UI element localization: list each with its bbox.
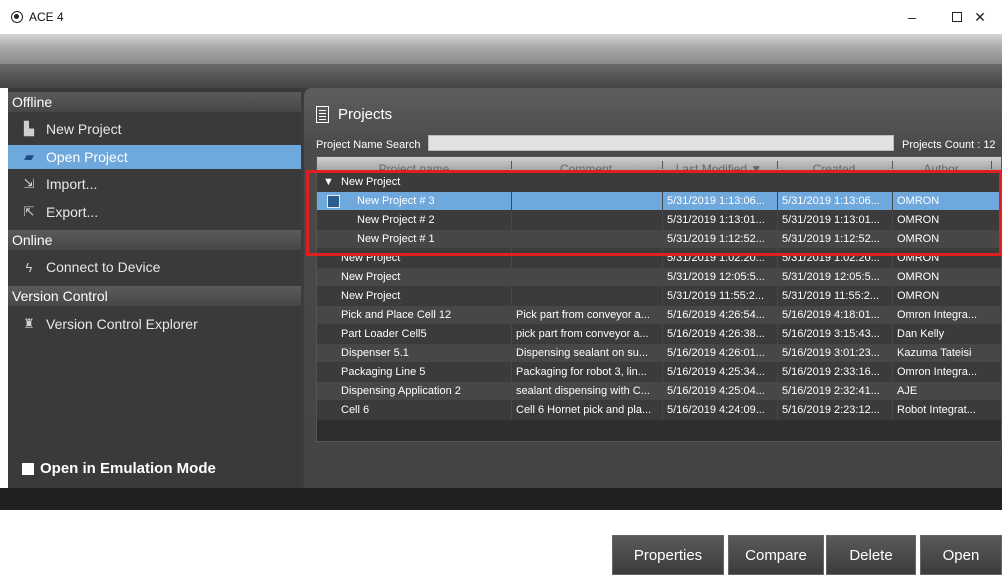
sidebar-item-new-project[interactable]: ▙ New Project — [8, 117, 301, 141]
new-project-icon: ▙ — [24, 121, 34, 136]
sidebar-item-open-project[interactable]: ▰ Open Project — [8, 145, 301, 169]
properties-button[interactable]: Properties — [612, 535, 724, 575]
cell-author: Robot Integrat... — [892, 401, 991, 420]
cell-author: Omron Integra... — [892, 306, 991, 325]
emulation-mode-checkbox[interactable]: Open in Emulation Mode — [22, 460, 216, 477]
highlight-box — [306, 170, 1002, 256]
cell-author: Kazuma Tateisi — [892, 344, 991, 363]
projects-count: Projects Count : 12 — [902, 139, 996, 151]
projects-title: Projects — [338, 106, 393, 123]
cell-created: 5/16/2019 2:23:12... — [777, 401, 892, 420]
cell-modified: 5/31/2019 11:55:2... — [662, 287, 777, 306]
folder-open-icon: ▰ — [24, 149, 34, 164]
sidebar-item-connect-to-device[interactable]: ϟ Connect to Device — [8, 255, 301, 279]
cell-author: Omron Integra... — [892, 363, 991, 382]
sidebar-item-label: Export... — [46, 204, 99, 220]
column-separator — [991, 161, 992, 169]
section-header-version-control: Version Control — [8, 286, 301, 306]
cell-modified: 5/16/2019 4:26:38... — [662, 325, 777, 344]
minimize-button[interactable]: – — [890, 0, 934, 34]
column-separator — [662, 161, 663, 169]
cell-modified: 5/16/2019 4:25:04... — [662, 382, 777, 401]
cell-created: 5/16/2019 2:32:41... — [777, 382, 892, 401]
cell-author: OMRON — [892, 287, 991, 306]
projects-header: Projects — [316, 106, 392, 123]
cell-comment: Dispensing sealant on su... — [511, 344, 662, 363]
cell-modified: 5/16/2019 4:26:54... — [662, 306, 777, 325]
projects-panel: Projects Project Name Search Projects Co… — [304, 88, 1002, 575]
sidebar-item-label: Import... — [46, 176, 98, 192]
checkbox-icon — [22, 462, 34, 475]
table-row[interactable]: New Project 5/31/2019 12:05:5... 5/31/2019… — [317, 268, 1001, 287]
cell-comment: Cell 6 Hornet pick and pla... — [511, 401, 662, 420]
table-row[interactable]: Part Loader Cell5 pick part from conveyor… — [317, 325, 1001, 344]
table-row[interactable]: Dispenser 5.1 Dispensing sealant on su...… — [317, 344, 1001, 363]
table-row[interactable]: New Project 5/31/2019 11:55:2... 5/31/2019… — [317, 287, 1001, 306]
cell-comment: Pick part from conveyor a... — [511, 306, 662, 325]
table-row[interactable]: Dispensing Application 2 sealant dispensi… — [317, 382, 1001, 401]
cell-modified: 5/16/2019 4:25:34... — [662, 363, 777, 382]
column-separator — [511, 161, 512, 169]
bottom-bar — [0, 488, 1002, 510]
lightning-icon: ϟ — [25, 259, 33, 275]
import-icon: ⇲ — [23, 176, 35, 191]
cell-name: Dispenser 5.1 — [341, 347, 409, 359]
sidebar-item-label: New Project — [46, 121, 122, 137]
version-control-icon: ♜ — [23, 316, 35, 331]
cell-name: New Project — [341, 271, 401, 283]
sidebar-item-export[interactable]: ⇱ Export... — [8, 200, 301, 224]
title-bar: ACE 4 – ✕ — [0, 0, 1002, 34]
sidebar: Offline ▙ New Project ▰ Open Project ⇲ I… — [8, 88, 301, 488]
cell-created: 5/31/2019 12:05:5... — [777, 268, 892, 287]
sidebar-item-label: Connect to Device — [46, 259, 161, 275]
open-button[interactable]: Open — [920, 535, 1002, 575]
cell-author: AJE — [892, 382, 991, 401]
section-header-offline: Offline — [8, 92, 301, 112]
app-icon — [11, 11, 23, 23]
export-icon: ⇱ — [23, 204, 35, 219]
cell-name: Packaging Line 5 — [341, 366, 426, 378]
cell-created: 5/31/2019 11:55:2... — [777, 287, 892, 306]
sidebar-item-label: Version Control Explorer — [46, 316, 198, 332]
cell-created: 5/16/2019 3:01:23... — [777, 344, 892, 363]
cell-name: Cell 6 — [341, 404, 370, 416]
column-separator — [892, 161, 893, 169]
toolbar-band — [0, 64, 1002, 88]
cell-author: Dan Kelly — [892, 325, 991, 344]
compare-button[interactable]: Compare — [728, 535, 824, 575]
cell-name: Dispensing Application 2 — [341, 385, 461, 397]
cell-comment: sealant dispensing with C... — [511, 382, 662, 401]
cell-name: Pick and Place Cell 12 — [341, 309, 452, 321]
ribbon-band — [0, 34, 1002, 64]
delete-button[interactable]: Delete — [826, 535, 916, 575]
cell-comment — [511, 287, 662, 306]
close-button[interactable]: ✕ — [958, 0, 1002, 34]
projects-list-icon — [316, 106, 329, 123]
project-name-search-input[interactable] — [428, 135, 894, 151]
table-row[interactable]: Packaging Line 5 Packaging for robot 3, l… — [317, 363, 1001, 382]
search-label: Project Name Search — [316, 139, 421, 151]
window-title: ACE 4 — [29, 10, 64, 24]
cell-created: 5/16/2019 2:33:16... — [777, 363, 892, 382]
cell-created: 5/16/2019 3:15:43... — [777, 325, 892, 344]
emulation-label: Open in Emulation Mode — [40, 460, 216, 477]
sidebar-item-import[interactable]: ⇲ Import... — [8, 172, 301, 196]
cell-comment: pick part from conveyor a... — [511, 325, 662, 344]
cell-comment — [511, 268, 662, 287]
table-row[interactable]: Cell 6 Cell 6 Hornet pick and pla... 5/16/… — [317, 401, 1001, 420]
cell-name: Part Loader Cell5 — [341, 328, 427, 340]
cell-comment: Packaging for robot 3, lin... — [511, 363, 662, 382]
cell-modified: 5/16/2019 4:26:01... — [662, 344, 777, 363]
cell-created: 5/16/2019 4:18:01... — [777, 306, 892, 325]
cell-author: OMRON — [892, 268, 991, 287]
cell-modified: 5/16/2019 4:24:09... — [662, 401, 777, 420]
section-header-online: Online — [8, 230, 301, 250]
column-separator — [777, 161, 778, 169]
sidebar-item-version-control-explorer[interactable]: ♜ Version Control Explorer — [8, 312, 301, 336]
cell-name: New Project — [341, 290, 401, 302]
sidebar-item-label: Open Project — [46, 149, 128, 165]
table-row[interactable]: Pick and Place Cell 12 Pick part from con… — [317, 306, 1001, 325]
cell-modified: 5/31/2019 12:05:5... — [662, 268, 777, 287]
